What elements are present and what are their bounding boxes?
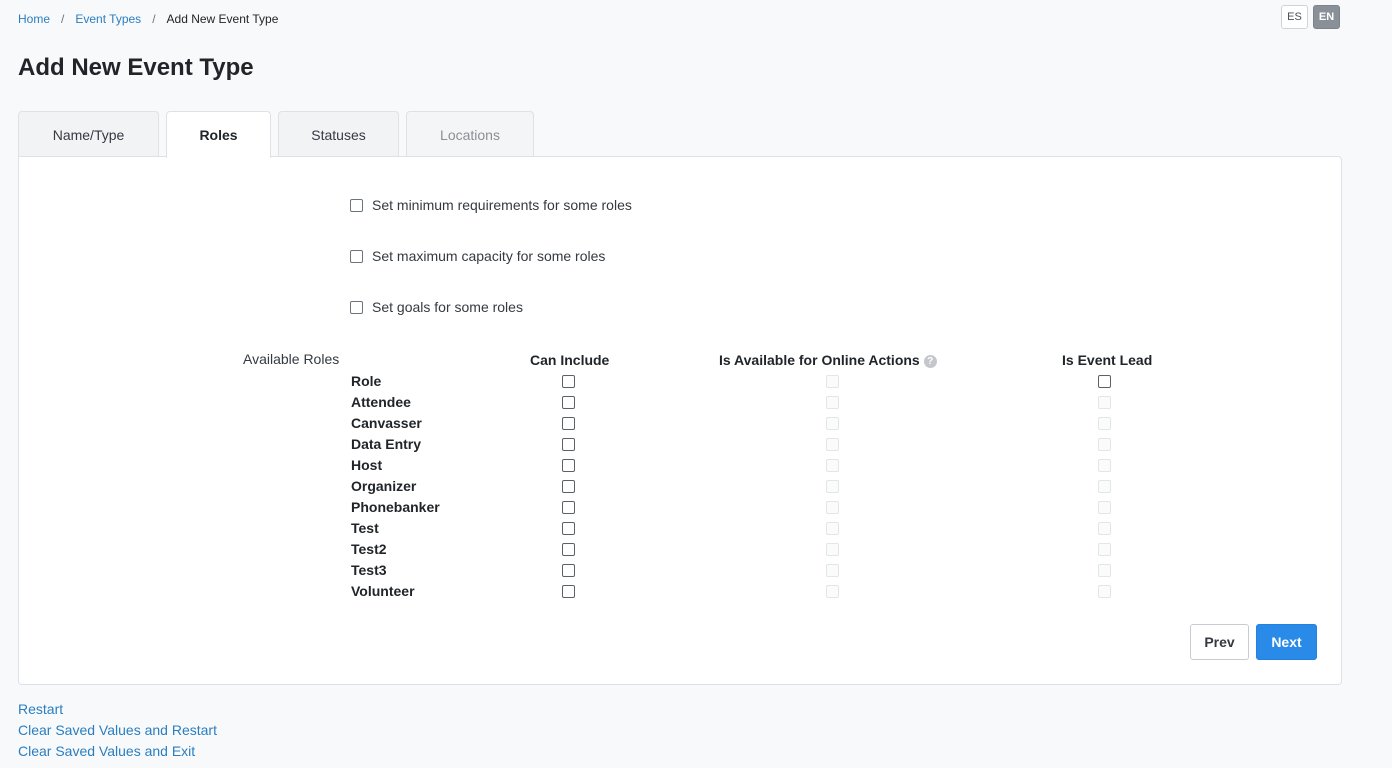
- option-min-requirements[interactable]: Set minimum requirements for some roles: [350, 197, 632, 213]
- max-capacity-checkbox[interactable]: [350, 249, 363, 263]
- role-name: Attendee: [351, 394, 411, 410]
- event-lead-checkbox: [1098, 459, 1111, 472]
- tab-roles[interactable]: Roles: [166, 111, 271, 158]
- clear-and-exit-link[interactable]: Clear Saved Values and Exit: [18, 741, 217, 762]
- online-actions-checkbox: [826, 375, 839, 388]
- wizard-tabs: Name/Type Roles Statuses Locations: [18, 111, 541, 158]
- online-actions-checkbox: [826, 417, 839, 430]
- event-lead-checkbox: [1098, 543, 1111, 556]
- language-en-button[interactable]: EN: [1313, 5, 1340, 29]
- online-actions-checkbox: [826, 585, 839, 598]
- clear-and-restart-link[interactable]: Clear Saved Values and Restart: [18, 720, 217, 741]
- online-actions-checkbox: [826, 501, 839, 514]
- table-row: Test3: [19, 561, 1341, 582]
- question-circle-icon[interactable]: ?: [923, 355, 937, 368]
- can-include-checkbox[interactable]: [562, 417, 575, 430]
- online-actions-checkbox: [826, 459, 839, 472]
- role-name: Test3: [351, 562, 387, 578]
- can-include-checkbox[interactable]: [562, 480, 575, 493]
- tab-name-type[interactable]: Name/Type: [18, 111, 159, 157]
- restart-link[interactable]: Restart: [18, 699, 217, 720]
- role-name: Data Entry: [351, 436, 422, 452]
- event-lead-checkbox: [1098, 438, 1111, 451]
- can-include-checkbox[interactable]: [562, 585, 575, 598]
- tab-statuses[interactable]: Statuses: [278, 111, 399, 157]
- role-name: Host: [351, 457, 383, 473]
- role-name: Test2: [351, 541, 387, 557]
- can-include-checkbox[interactable]: [562, 375, 575, 388]
- language-es-button[interactable]: ES: [1281, 5, 1308, 29]
- table-row: Test2: [19, 540, 1341, 561]
- event-lead-checkbox: [1098, 417, 1111, 430]
- breadcrumb-current: Add New Event Type: [166, 12, 279, 26]
- role-name: Volunteer: [351, 583, 415, 599]
- can-include-checkbox[interactable]: [562, 438, 575, 451]
- online-actions-checkbox: [826, 522, 839, 535]
- role-name: Canvasser: [351, 415, 422, 431]
- column-header-online: Is Available for Online Actions?: [719, 352, 937, 368]
- table-row: Host: [19, 456, 1341, 477]
- can-include-checkbox[interactable]: [562, 501, 575, 514]
- event-lead-checkbox[interactable]: [1098, 375, 1111, 388]
- event-lead-checkbox: [1098, 564, 1111, 577]
- breadcrumb-home-link[interactable]: Home: [18, 11, 50, 27]
- next-button[interactable]: Next: [1256, 624, 1317, 660]
- table-row: Canvasser: [19, 414, 1341, 435]
- page-title: Add New Event Type: [18, 54, 254, 81]
- table-row: Organizer: [19, 477, 1341, 498]
- can-include-checkbox[interactable]: [562, 459, 575, 472]
- role-name: Test: [351, 520, 379, 536]
- role-name: Organizer: [351, 478, 417, 494]
- footer-links: Restart Clear Saved Values and Restart C…: [18, 699, 217, 762]
- can-include-checkbox[interactable]: [562, 564, 575, 577]
- table-row: Test: [19, 519, 1341, 540]
- event-lead-checkbox: [1098, 480, 1111, 493]
- table-row: Phonebanker: [19, 498, 1341, 519]
- table-row: Data Entry: [19, 435, 1341, 456]
- prev-button[interactable]: Prev: [1190, 624, 1249, 660]
- event-lead-checkbox: [1098, 585, 1111, 598]
- column-header-event-lead: Is Event Lead: [1062, 352, 1153, 368]
- event-lead-checkbox: [1098, 522, 1111, 535]
- roles-panel: Set minimum requirements for some roles …: [18, 156, 1342, 685]
- online-actions-checkbox: [826, 438, 839, 451]
- role-name: Role: [351, 373, 382, 389]
- max-capacity-label: Set maximum capacity for some roles: [372, 248, 606, 264]
- breadcrumb-separator: /: [152, 12, 156, 26]
- table-row: Attendee: [19, 393, 1341, 414]
- can-include-checkbox[interactable]: [562, 396, 575, 409]
- table-row: Role: [19, 372, 1341, 393]
- can-include-checkbox[interactable]: [562, 522, 575, 535]
- goals-label: Set goals for some roles: [372, 299, 523, 315]
- option-max-capacity[interactable]: Set maximum capacity for some roles: [350, 248, 605, 264]
- option-goals[interactable]: Set goals for some roles: [350, 299, 523, 315]
- column-header-can-include: Can Include: [530, 352, 610, 368]
- online-actions-checkbox: [826, 396, 839, 409]
- online-actions-checkbox: [826, 543, 839, 556]
- breadcrumb-event-types-link[interactable]: Event Types: [75, 11, 141, 27]
- can-include-checkbox[interactable]: [562, 543, 575, 556]
- available-roles-label: Available Roles: [243, 351, 340, 367]
- tab-locations: Locations: [406, 111, 534, 157]
- table-row: Volunteer: [19, 582, 1341, 603]
- role-name: Phonebanker: [351, 499, 440, 515]
- online-actions-checkbox: [826, 480, 839, 493]
- column-header-online-label: Is Available for Online Actions: [719, 352, 920, 368]
- goals-checkbox[interactable]: [350, 300, 363, 314]
- event-lead-checkbox: [1098, 501, 1111, 514]
- min-requirements-label: Set minimum requirements for some roles: [372, 197, 632, 213]
- language-switcher: ES EN: [1281, 5, 1340, 29]
- breadcrumb-separator: /: [61, 12, 65, 26]
- event-lead-checkbox: [1098, 396, 1111, 409]
- min-requirements-checkbox[interactable]: [350, 198, 363, 212]
- breadcrumb: Home / Event Types / Add New Event Type: [18, 11, 278, 27]
- online-actions-checkbox: [826, 564, 839, 577]
